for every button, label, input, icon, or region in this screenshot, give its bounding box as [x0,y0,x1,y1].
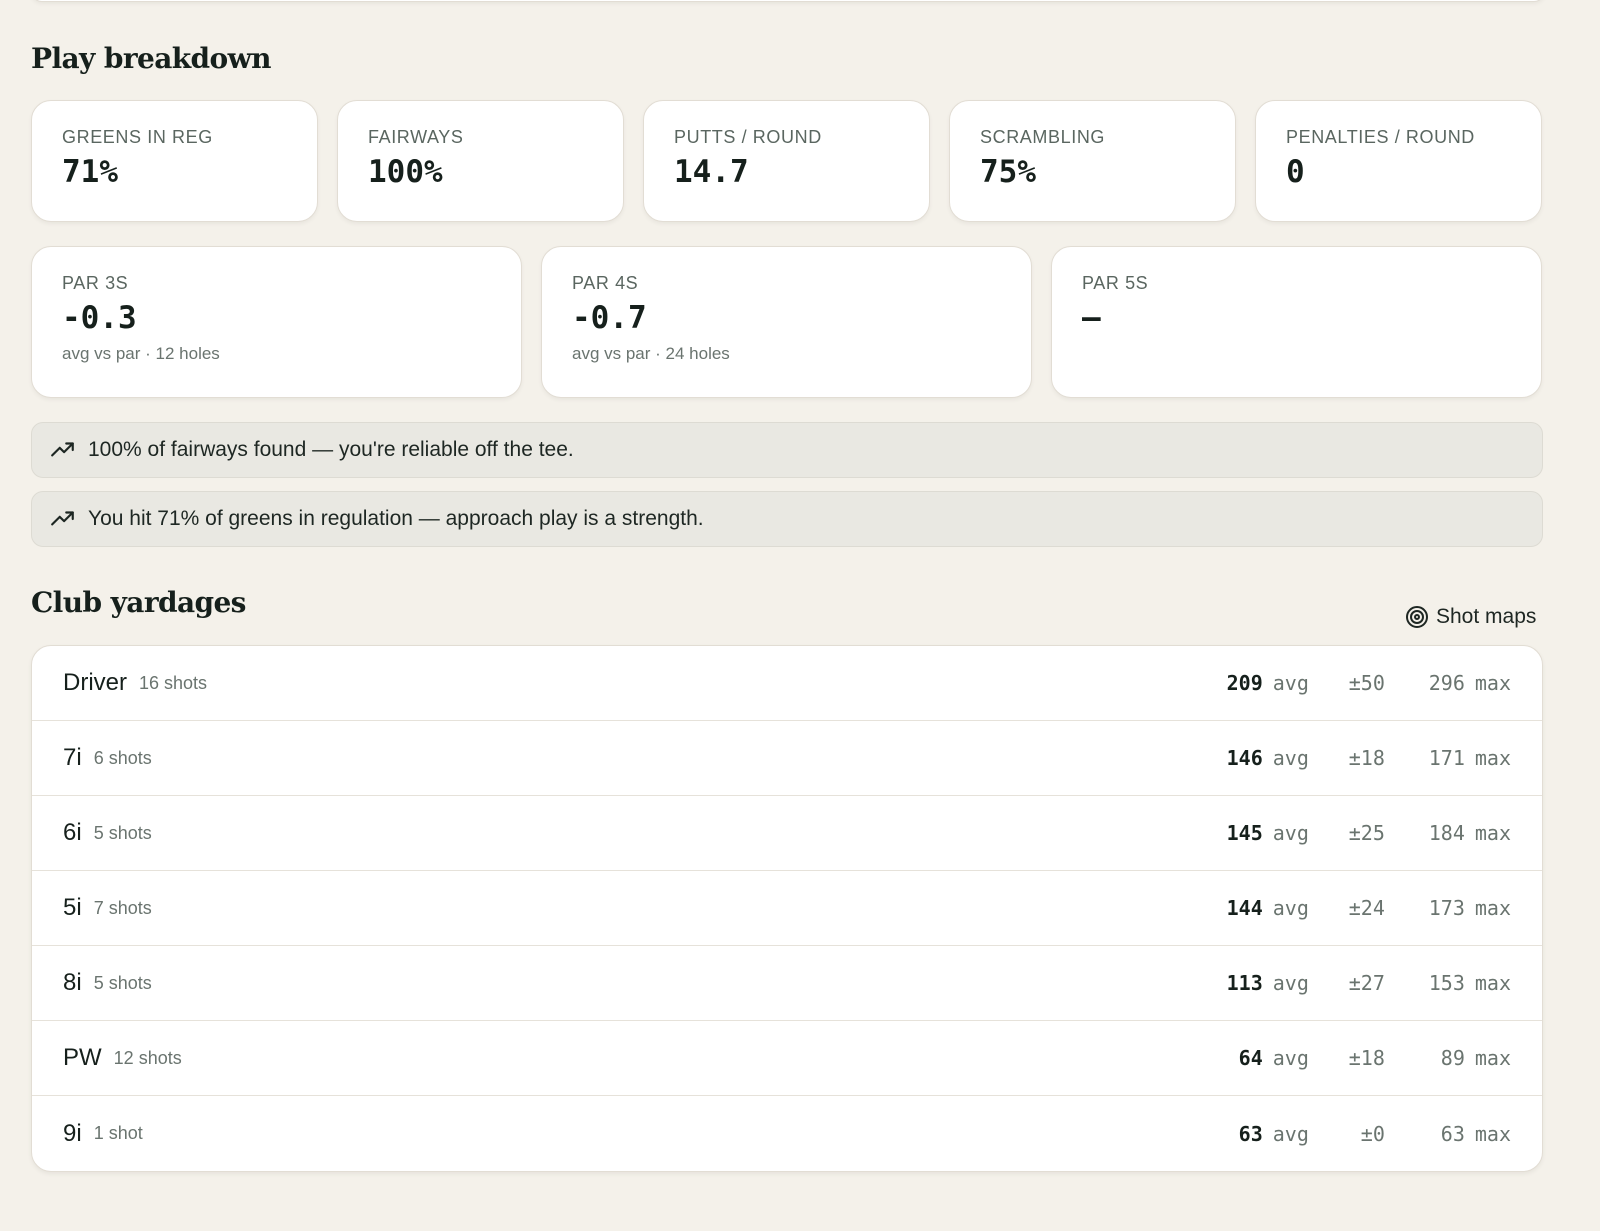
avg-unit: avg [1272,746,1309,770]
club-shot-count: 7 shots [93,897,152,918]
table-row[interactable]: 7i 6 shots 146 avg ±18 171 max [32,721,1542,796]
table-row[interactable]: Driver 16 shots 209 avg ±50 296 max [32,646,1542,721]
stat-label: PENALTIES / ROUND [1286,127,1475,147]
stat-card-scrambling: SCRAMBLING 75% [949,100,1236,222]
club-name: 8i [63,969,82,996]
club-shot-count: 1 shot [93,1123,143,1143]
club-spread: ±18 [1348,1046,1385,1070]
table-row[interactable]: 6i 5 shots 145 avg ±25 184 max [32,796,1542,871]
club-max: 171 [1428,746,1465,770]
table-row[interactable]: 5i 7 shots 144 avg ±24 173 max [32,871,1542,946]
table-row[interactable]: 9i 1 shot 63 avg ±0 63 max [32,1096,1542,1171]
max-unit: max [1474,821,1511,845]
stat-label: SCRAMBLING [980,127,1106,147]
club-max: 184 [1428,821,1465,845]
club-spread: ±25 [1348,821,1385,845]
club-max: 89 [1440,1046,1465,1070]
insight-text: You hit 71% of greens in regulation — ap… [88,507,704,530]
stat-label: PAR 5S [1082,273,1149,293]
stat-subtext: avg vs par · 24 holes [572,344,730,363]
club-spread: ±27 [1348,971,1385,995]
club-avg: 113 [1226,971,1263,995]
stat-value: 71% [62,154,118,190]
club-spread: ±50 [1348,671,1385,695]
avg-unit: avg [1272,671,1309,695]
stat-value: 75% [980,154,1036,190]
stat-label: FAIRWAYS [368,127,464,147]
max-unit: max [1474,1046,1511,1070]
stat-card-par-3s: PAR 3S -0.3 avg vs par · 12 holes [31,246,522,398]
club-shot-count: 16 shots [139,672,208,693]
play-breakdown-title: Play breakdown [31,42,271,75]
previous-card-edge [31,0,1545,2]
max-unit: max [1474,971,1511,995]
stat-subtext: avg vs par · 12 holes [62,344,220,363]
avg-unit: avg [1272,896,1309,920]
club-spread: ±0 [1360,1121,1385,1146]
stat-value: 100% [368,154,443,190]
club-avg: 144 [1226,896,1263,920]
max-unit: max [1474,896,1511,920]
club-avg: 63 [1238,1121,1263,1146]
club-max: 153 [1428,971,1465,995]
club-avg: 146 [1226,746,1263,770]
club-shot-count: 5 shots [93,972,152,993]
par-cards-row: PAR 3S -0.3 avg vs par · 12 holes PAR 4S… [31,246,1543,398]
club-avg: 64 [1238,1046,1263,1070]
stat-label: GREENS IN REG [62,127,213,147]
stat-value: 0 [1286,154,1305,190]
stat-card-penalties-per-round: PENALTIES / ROUND 0 [1255,100,1542,222]
club-name: 7i [63,744,82,771]
stat-card-greens-in-reg: GREENS IN REG 71% [31,100,318,222]
club-name: 5i [63,894,82,921]
insight-text: 100% of fairways found — you're reliable… [88,438,574,461]
stat-value: -0.7 [572,300,647,336]
shot-maps-label: Shot maps [1436,605,1537,628]
stat-value: – [1082,300,1101,336]
club-name: 6i [63,819,82,846]
club-avg: 209 [1226,671,1263,695]
avg-unit: avg [1272,1046,1309,1070]
table-row[interactable]: 8i 5 shots 113 avg ±27 153 max [32,946,1542,1021]
club-name: 9i [63,1119,82,1147]
club-shot-count: 12 shots [113,1047,182,1068]
shot-maps-link[interactable]: Shot maps [1405,602,1536,632]
stat-label: PAR 3S [62,273,129,293]
trending-up-icon [51,511,74,526]
club-max: 296 [1428,671,1465,695]
stat-cards-row: GREENS IN REG 71% FAIRWAYS 100% PUTTS / … [31,100,1543,222]
stat-label: PUTTS / ROUND [674,127,822,147]
club-max: 63 [1440,1121,1465,1146]
club-shot-count: 5 shots [93,822,152,843]
club-avg: 145 [1226,821,1263,845]
insight-greens: You hit 71% of greens in regulation — ap… [31,491,1543,547]
club-name: PW [63,1044,102,1071]
trending-up-icon [51,442,74,457]
club-yardages-table: Driver 16 shots 209 avg ±50 296 max 7i 6… [31,645,1543,1172]
max-unit: max [1474,1121,1511,1146]
club-name: Driver [63,669,127,696]
max-unit: max [1474,671,1511,695]
avg-unit: avg [1272,1121,1309,1146]
club-yardages-title: Club yardages [31,586,246,619]
table-row[interactable]: PW 12 shots 64 avg ±18 89 max [32,1021,1542,1096]
stat-card-putts-per-round: PUTTS / ROUND 14.7 [643,100,930,222]
avg-unit: avg [1272,821,1309,845]
stat-label: PAR 4S [572,273,639,293]
stat-value: 14.7 [674,154,749,190]
club-max: 173 [1428,896,1465,920]
stat-card-par-5s: PAR 5S – [1051,246,1542,398]
stat-value: -0.3 [62,300,137,336]
club-shot-count: 6 shots [93,747,152,768]
target-icon [1406,606,1428,628]
stat-card-par-4s: PAR 4S -0.7 avg vs par · 24 holes [541,246,1032,398]
club-spread: ±18 [1348,746,1385,770]
club-spread: ±24 [1348,896,1385,920]
insight-fairways: 100% of fairways found — you're reliable… [31,422,1543,478]
stat-card-fairways: FAIRWAYS 100% [337,100,624,222]
avg-unit: avg [1272,971,1309,995]
max-unit: max [1474,746,1511,770]
